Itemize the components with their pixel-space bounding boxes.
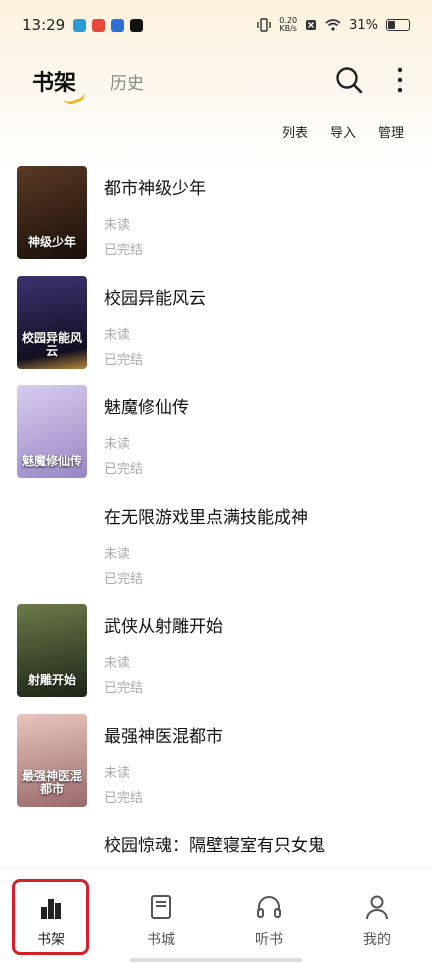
status-bar: 13:29 0.20 KB/s 31% bbox=[0, 0, 432, 50]
import-button[interactable]: 导入 bbox=[330, 122, 356, 141]
completion-status: 已完结 bbox=[104, 571, 144, 587]
tab-history[interactable]: 历史 bbox=[110, 69, 144, 94]
net-speed-unit: KB/s bbox=[279, 24, 297, 33]
completion-status: 已完结 bbox=[104, 681, 144, 696]
reading-progress: 未读 bbox=[104, 656, 131, 671]
battery-percent: 31% bbox=[349, 17, 378, 33]
more-options-icon[interactable] bbox=[390, 65, 410, 95]
book-title: 校园异能风云 bbox=[104, 288, 206, 309]
book-item[interactable]: 校园异能风云 校园异能风云 未读 已完结 bbox=[0, 275, 432, 386]
battery-icon bbox=[386, 19, 410, 31]
book-cover[interactable]: 神级少年 bbox=[17, 166, 87, 259]
status-right: 0.20 KB/s 31% bbox=[257, 17, 410, 33]
no-sim-icon bbox=[306, 20, 317, 30]
completion-status: 已完结 bbox=[104, 462, 144, 477]
book-title: 最强神医混都市 bbox=[104, 726, 223, 747]
shelf-actions: 列表 导入 管理 bbox=[282, 122, 404, 141]
notification-app-icon bbox=[73, 18, 87, 32]
book-item[interactable]: 在无限游戏里点满技能成神 未读 已完结 bbox=[0, 494, 432, 605]
reading-progress: 未读 bbox=[104, 327, 131, 343]
nav-label: 书城 bbox=[147, 932, 175, 948]
tiktok-icon bbox=[130, 18, 144, 32]
book-title: 都市神级少年 bbox=[104, 179, 206, 199]
list-view-button[interactable]: 列表 bbox=[282, 122, 308, 141]
bottom-navigation: 书架 书城 听书 我的 bbox=[0, 868, 432, 964]
tab-bookshelf[interactable]: 书架 bbox=[32, 65, 76, 97]
nav-bookshelf[interactable]: 书架 bbox=[11, 881, 91, 951]
reading-progress: 未读 bbox=[104, 546, 131, 562]
book-item[interactable]: 魅魔修仙传 魅魔修仙传 未读 已完结 bbox=[0, 385, 432, 495]
book-cover[interactable]: 校园异能风云 bbox=[17, 275, 87, 369]
book-cover[interactable]: 射雕开始 bbox=[17, 604, 87, 697]
wifi-icon bbox=[325, 19, 341, 31]
home-indicator[interactable] bbox=[130, 958, 302, 962]
nav-profile[interactable]: 我的 bbox=[337, 881, 417, 951]
person-icon bbox=[366, 895, 388, 920]
reading-progress: 未读 bbox=[104, 765, 131, 781]
book-title: 校园惊魂：隔壁寝室有只女鬼 bbox=[104, 836, 325, 856]
book-icon bbox=[151, 895, 171, 919]
nav-audiobooks[interactable]: 听书 bbox=[229, 881, 309, 951]
cover-title-art: 射雕开始 bbox=[27, 672, 76, 687]
book-title: 在无限游戏里点满技能成神 bbox=[104, 507, 308, 528]
bar-chart-icon bbox=[41, 899, 61, 919]
headphones-icon bbox=[257, 896, 281, 918]
network-speed: 0.20 KB/s bbox=[279, 17, 297, 33]
completion-status: 已完结 bbox=[104, 352, 144, 368]
app-header: 书架 历史 bbox=[0, 55, 432, 107]
book-item[interactable]: 神级少年 都市神级少年 未读 已完结 bbox=[0, 166, 432, 276]
reading-progress: 未读 bbox=[104, 218, 131, 233]
nav-label: 我的 bbox=[363, 932, 391, 948]
notification-app-icon bbox=[92, 18, 106, 32]
search-icon[interactable] bbox=[334, 65, 364, 95]
book-cover[interactable] bbox=[17, 494, 87, 588]
manage-button[interactable]: 管理 bbox=[378, 122, 404, 141]
book-item[interactable]: 射雕开始 武侠从射雕开始 未读 已完结 bbox=[0, 604, 432, 714]
nav-label: 书架 bbox=[37, 932, 65, 948]
book-cover[interactable]: 魅魔修仙传 bbox=[17, 385, 87, 478]
book-cover[interactable]: 最强神医混都市 bbox=[17, 713, 87, 807]
vibrate-icon bbox=[257, 18, 271, 32]
book-list: 神级少年 都市神级少年 未读 已完结 校园异能风云 校园异能风云 未读 已完结 … bbox=[0, 166, 432, 933]
book-title: 武侠从射雕开始 bbox=[104, 617, 223, 637]
cover-title-art: 校园异能风云 bbox=[21, 331, 82, 359]
cover-title-art: 魅魔修仙传 bbox=[21, 453, 82, 468]
book-item[interactable]: 最强神医混都市 最强神医混都市 未读 已完结 bbox=[0, 713, 432, 824]
cover-title-art: 神级少年 bbox=[27, 234, 76, 249]
status-app-icons bbox=[73, 18, 144, 32]
status-time: 13:29 bbox=[22, 16, 66, 34]
nav-label: 听书 bbox=[255, 932, 283, 948]
completion-status: 已完结 bbox=[104, 790, 144, 806]
completion-status: 已完结 bbox=[104, 243, 144, 258]
nav-bookstore[interactable]: 书城 bbox=[121, 881, 201, 951]
notification-app-icon bbox=[111, 18, 125, 32]
cover-title-art: 最强神医混都市 bbox=[21, 769, 82, 797]
book-title: 魅魔修仙传 bbox=[104, 398, 189, 418]
reading-progress: 未读 bbox=[104, 437, 131, 452]
